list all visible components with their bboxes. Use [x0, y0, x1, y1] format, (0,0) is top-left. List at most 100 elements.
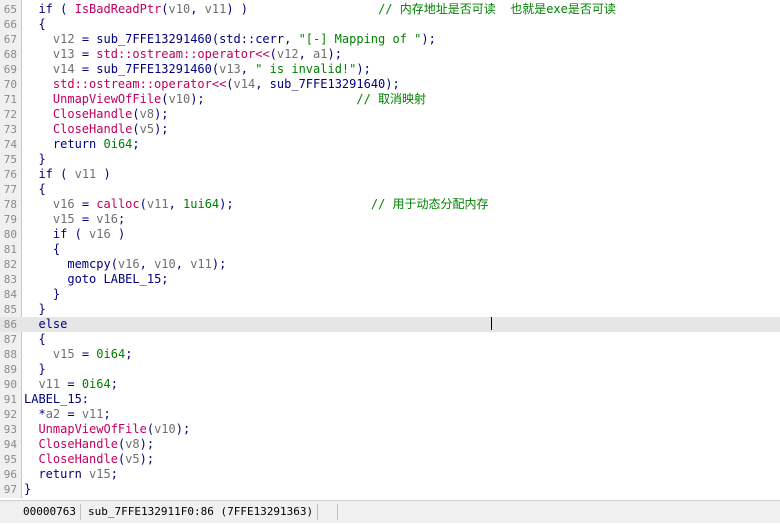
code-line[interactable]: 85 } — [0, 302, 780, 317]
code-line[interactable]: 97} — [0, 482, 780, 497]
code-line[interactable]: 76 if ( v11 ) — [0, 167, 780, 182]
code-line[interactable]: 90 v11 = 0i64; — [0, 377, 780, 392]
code-line[interactable]: 78 v16 = calloc(v11, 1ui64); // 用于动态分配内存 — [0, 197, 780, 212]
code-line[interactable]: 95 CloseHandle(v5); — [0, 452, 780, 467]
line-number: 80 — [3, 228, 17, 241]
line-code[interactable]: return 0i64; — [24, 137, 140, 152]
line-code[interactable]: CloseHandle(v8); — [24, 107, 169, 122]
code-line[interactable]: 67 v12 = sub_7FFE13291460(std::cerr, "[-… — [0, 32, 780, 47]
code-line[interactable]: 68 v13 = std::ostream::operator<<(v12, a… — [0, 47, 780, 62]
code-line[interactable]: 69 v14 = sub_7FFE13291460(v13, " is inva… — [0, 62, 780, 77]
line-code[interactable]: CloseHandle(v8); — [24, 437, 154, 452]
line-code[interactable]: goto LABEL_15; — [24, 272, 169, 287]
line-code[interactable]: return v15; — [24, 467, 118, 482]
line-code[interactable]: if ( IsBadReadPtr(v10, v11) ) // 内存地址是否可… — [24, 2, 615, 17]
code-token: v14 — [233, 77, 256, 91]
code-token: v16 — [117, 257, 140, 271]
line-code[interactable]: v11 = 0i64; — [24, 377, 118, 392]
line-code[interactable]: } — [24, 362, 45, 377]
code-token: if — [52, 227, 68, 241]
code-token: ( — [161, 92, 169, 106]
code-line[interactable]: 79 v15 = v16; — [0, 212, 780, 227]
line-code[interactable]: { — [24, 17, 45, 32]
code-line[interactable]: 92 *a2 = v11; — [0, 407, 780, 422]
code-token: ); — [327, 47, 342, 61]
code-token: v15 — [52, 212, 75, 226]
line-number: 66 — [3, 18, 17, 31]
code-line[interactable]: 74 return 0i64; — [0, 137, 780, 152]
line-code[interactable]: } — [24, 302, 46, 317]
line-code[interactable]: } — [24, 482, 31, 497]
code-line[interactable]: 93 UnmapViewOfFile(v10); — [0, 422, 780, 437]
line-code[interactable]: if ( v11 ) — [24, 167, 110, 182]
line-number: 67 — [3, 33, 17, 46]
code-line[interactable]: 88 v15 = 0i64; — [0, 347, 780, 362]
code-token: ); — [190, 92, 357, 106]
line-code[interactable]: { — [24, 332, 45, 347]
code-token: calloc — [96, 197, 140, 211]
code-line[interactable]: 89 } — [0, 362, 780, 377]
line-code[interactable]: } — [24, 152, 45, 167]
line-code[interactable]: v13 = std::ostream::operator<<(v12, a1); — [24, 47, 342, 62]
line-code[interactable]: UnmapViewOfFile(v10); — [24, 422, 190, 437]
code-line[interactable]: 81 { — [0, 242, 780, 257]
line-code[interactable]: v12 = sub_7FFE13291460(std::cerr, "[-] M… — [24, 32, 436, 47]
line-code[interactable]: else — [24, 317, 67, 332]
line-code[interactable]: v15 = 0i64; — [24, 347, 133, 362]
line-code[interactable]: memcpy(v16, v10, v11); — [24, 257, 226, 272]
code-line[interactable]: 65 if ( IsBadReadPtr(v10, v11) ) // 内存地址… — [0, 2, 780, 17]
line-code[interactable]: v15 = v16; — [24, 212, 125, 227]
code-token: ; — [161, 272, 169, 286]
code-line[interactable]: 91 LABEL_15: — [0, 392, 780, 407]
line-code[interactable]: CloseHandle(v5); — [24, 122, 169, 137]
code-token: { — [24, 242, 61, 256]
code-token: = — [60, 407, 82, 421]
code-token: ( — [226, 77, 234, 91]
code-token: ( — [52, 2, 75, 16]
code-token: v14 — [52, 62, 75, 76]
line-number: 88 — [3, 348, 17, 361]
line-code[interactable]: v14 = sub_7FFE13291460(v13, " is invalid… — [24, 62, 371, 77]
code-token: " is invalid!" — [255, 62, 357, 76]
line-code[interactable]: } — [24, 287, 60, 302]
code-token: ; — [103, 407, 111, 421]
code-line[interactable]: 72 CloseHandle(v8); — [0, 107, 780, 122]
code-token: ) — [110, 227, 126, 241]
code-line[interactable]: 71 UnmapViewOfFile(v10); // 取消映射 — [0, 92, 780, 107]
line-code[interactable]: { — [24, 182, 45, 197]
code-line[interactable]: 77 { — [0, 182, 780, 197]
line-code[interactable]: { — [24, 242, 60, 257]
pseudocode-editor[interactable]: 65 if ( IsBadReadPtr(v10, v11) ) // 内存地址… — [0, 0, 780, 498]
code-token: 1ui64 — [183, 197, 220, 211]
code-line[interactable]: 73 CloseHandle(v5); — [0, 122, 780, 137]
line-code[interactable]: *a2 = v11; — [24, 407, 111, 422]
code-line[interactable]: 87 { — [0, 332, 780, 347]
code-line[interactable]: 70 std::ostream::operator<<(v14, sub_7FF… — [0, 77, 780, 92]
code-token: 0i64 — [103, 137, 133, 151]
line-code[interactable]: LABEL_15: — [24, 392, 89, 407]
code-line[interactable]: 94 CloseHandle(v8); — [0, 437, 780, 452]
code-line[interactable]: 86 else — [0, 317, 780, 332]
code-token: CloseHandle — [52, 107, 133, 121]
line-code[interactable]: v16 = calloc(v11, 1ui64); // 用于动态分配内存 — [24, 197, 489, 212]
code-line[interactable]: 80 if ( v16 ) — [0, 227, 780, 242]
line-code[interactable]: if ( v16 ) — [24, 227, 125, 242]
line-code[interactable]: CloseHandle(v5); — [24, 452, 154, 467]
code-line[interactable]: 96 return v15; — [0, 467, 780, 482]
code-token: ; — [132, 137, 140, 151]
code-line[interactable]: 83 goto LABEL_15; — [0, 272, 780, 287]
code-line[interactable]: 82 memcpy(v16, v10, v11); — [0, 257, 780, 272]
code-line[interactable]: 84 } — [0, 287, 780, 302]
code-token: v8 — [125, 437, 140, 451]
code-token: memcpy( — [24, 257, 118, 271]
code-line[interactable]: 66 { — [0, 17, 780, 32]
line-code[interactable]: std::ostream::operator<<(v14, sub_7FFE13… — [24, 77, 400, 92]
code-token: } — [24, 302, 46, 316]
code-token: else — [38, 317, 68, 331]
line-code[interactable]: UnmapViewOfFile(v10); // 取消映射 — [24, 92, 426, 107]
line-number: 81 — [3, 243, 17, 256]
code-token: if — [38, 167, 53, 181]
code-line[interactable]: 75 } — [0, 152, 780, 167]
